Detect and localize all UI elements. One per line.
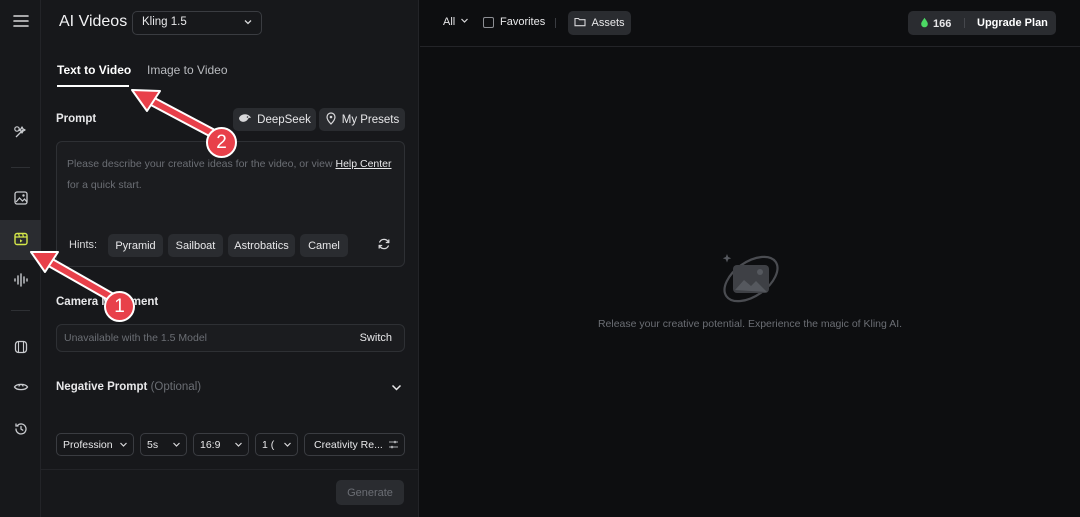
audio-wave-icon [13, 272, 29, 291]
optional-tag: (Optional) [150, 381, 202, 393]
tab-image-to-video[interactable]: Image to Video [147, 63, 228, 77]
history-icon [13, 421, 29, 440]
credits-divider [964, 18, 965, 28]
model-cube-icon [13, 339, 29, 358]
camera-movement-placeholder: Unavailable with the 1.5 Model [64, 332, 208, 344]
filter-select[interactable]: All [443, 16, 469, 28]
folder-icon [574, 16, 587, 30]
placeholder-text-2: for a quick start. [67, 179, 142, 191]
upgrade-plan-button[interactable]: Upgrade Plan [977, 17, 1048, 29]
chevron-down-icon [119, 440, 128, 452]
duration-select-value: 5s [147, 439, 159, 451]
page-title: AI Videos [59, 13, 128, 30]
duration-select[interactable]: 5s [140, 433, 187, 456]
chevron-down-icon [283, 440, 292, 452]
camera-movement-field[interactable]: Unavailable with the 1.5 Model Switch [56, 324, 405, 352]
camera-switch-button[interactable]: Switch [360, 332, 392, 344]
deepseek-label: DeepSeek [257, 113, 311, 126]
annotation-badge-2: 2 [206, 127, 237, 158]
deepseek-whale-icon [238, 112, 252, 127]
rail-divider [11, 310, 30, 311]
model-select-value: Kling 1.5 [142, 16, 187, 28]
prompt-textarea[interactable]: Please describe your creative ideas for … [56, 141, 405, 267]
nav-history-button[interactable] [0, 410, 41, 450]
favorites-filter[interactable]: Favorites [483, 16, 545, 28]
eye-icon [13, 379, 29, 398]
sliders-icon [388, 439, 399, 453]
tab-active-indicator [57, 85, 129, 87]
magic-wand-icon [13, 124, 29, 143]
location-pin-icon [325, 111, 337, 128]
negative-prompt-toggle[interactable]: Negative Prompt (Optional) [56, 380, 405, 396]
credits-balance[interactable]: 166 [920, 17, 951, 31]
assets-label: Assets [591, 17, 625, 29]
chevron-down-icon [243, 17, 253, 30]
negative-prompt-label: Negative Prompt (Optional) [56, 381, 201, 393]
hint-chip-pyramid[interactable]: Pyramid [108, 234, 163, 257]
creation-panel: AI Videos Kling 1.5 Text to Video Image … [41, 0, 419, 517]
gallery-toolbar: All Favorites Assets 166 Upgrade Plan [420, 0, 1080, 47]
chevron-down-icon [460, 16, 469, 28]
my-presets-label: My Presets [341, 113, 400, 126]
filter-value: All [443, 16, 456, 28]
deepseek-button[interactable]: DeepSeek [233, 108, 316, 131]
output-count-select[interactable]: 1 ( [255, 433, 298, 456]
help-center-link[interactable]: Help Center [335, 158, 391, 170]
chevron-down-icon [390, 381, 403, 397]
favorites-label: Favorites [500, 16, 546, 28]
video-icon [13, 231, 29, 250]
nav-audio-button[interactable] [0, 261, 41, 301]
creativity-select[interactable]: Creativity Re... [304, 433, 405, 456]
assets-button[interactable]: Assets [568, 11, 631, 35]
prompt-placeholder: Please describe your creative ideas for … [67, 154, 397, 196]
favorites-checkbox[interactable] [483, 16, 494, 28]
negative-prompt-title: Negative Prompt [56, 381, 148, 393]
aspect-ratio-select[interactable]: 16:9 [193, 433, 249, 456]
aspect-ratio-value: 16:9 [200, 439, 221, 451]
left-rail [0, 0, 41, 517]
model-select[interactable]: Kling 1.5 [132, 11, 262, 35]
image-icon [13, 190, 29, 209]
hints-label: Hints: [69, 239, 98, 251]
hint-chip-camel[interactable]: Camel [300, 234, 348, 257]
placeholder-text: Please describe your creative ideas for … [67, 158, 333, 170]
generate-button[interactable]: Generate [336, 480, 404, 505]
panel-divider [41, 469, 419, 470]
credits-bar: 166 Upgrade Plan [908, 11, 1056, 35]
nav-images-button[interactable] [0, 179, 41, 219]
menu-icon [12, 14, 29, 31]
nav-models-button[interactable] [0, 328, 41, 368]
prompt-label: Prompt [56, 113, 97, 125]
toolbar-divider [555, 18, 556, 28]
menu-button[interactable] [0, 2, 41, 42]
hint-chip-sailboat[interactable]: Sailboat [168, 234, 223, 257]
panel-header: AI Videos Kling 1.5 [41, 0, 419, 47]
chevron-down-icon [172, 440, 181, 452]
nav-explore-button[interactable] [0, 368, 41, 408]
empty-state-message: Release your creative potential. Experie… [597, 318, 903, 330]
nav-videos-button[interactable] [0, 220, 41, 260]
chevron-down-icon [234, 440, 243, 452]
mode-select[interactable]: Profession [56, 433, 134, 456]
credit-drop-icon [920, 17, 929, 31]
hint-chip-astrobatics[interactable]: Astrobatics [228, 234, 295, 257]
rail-divider [11, 167, 30, 168]
creativity-value: Creativity Re... [314, 439, 383, 451]
nav-magic-button[interactable] [0, 113, 41, 153]
my-presets-button[interactable]: My Presets [319, 108, 405, 131]
empty-state-icon [720, 248, 782, 313]
refresh-hints-icon[interactable] [377, 237, 391, 254]
tab-text-to-video[interactable]: Text to Video [57, 63, 131, 77]
credits-value: 166 [933, 18, 952, 30]
annotation-badge-1: 1 [104, 291, 135, 322]
mode-select-value: Profession [63, 439, 113, 451]
output-count-value: 1 ( [262, 439, 275, 451]
